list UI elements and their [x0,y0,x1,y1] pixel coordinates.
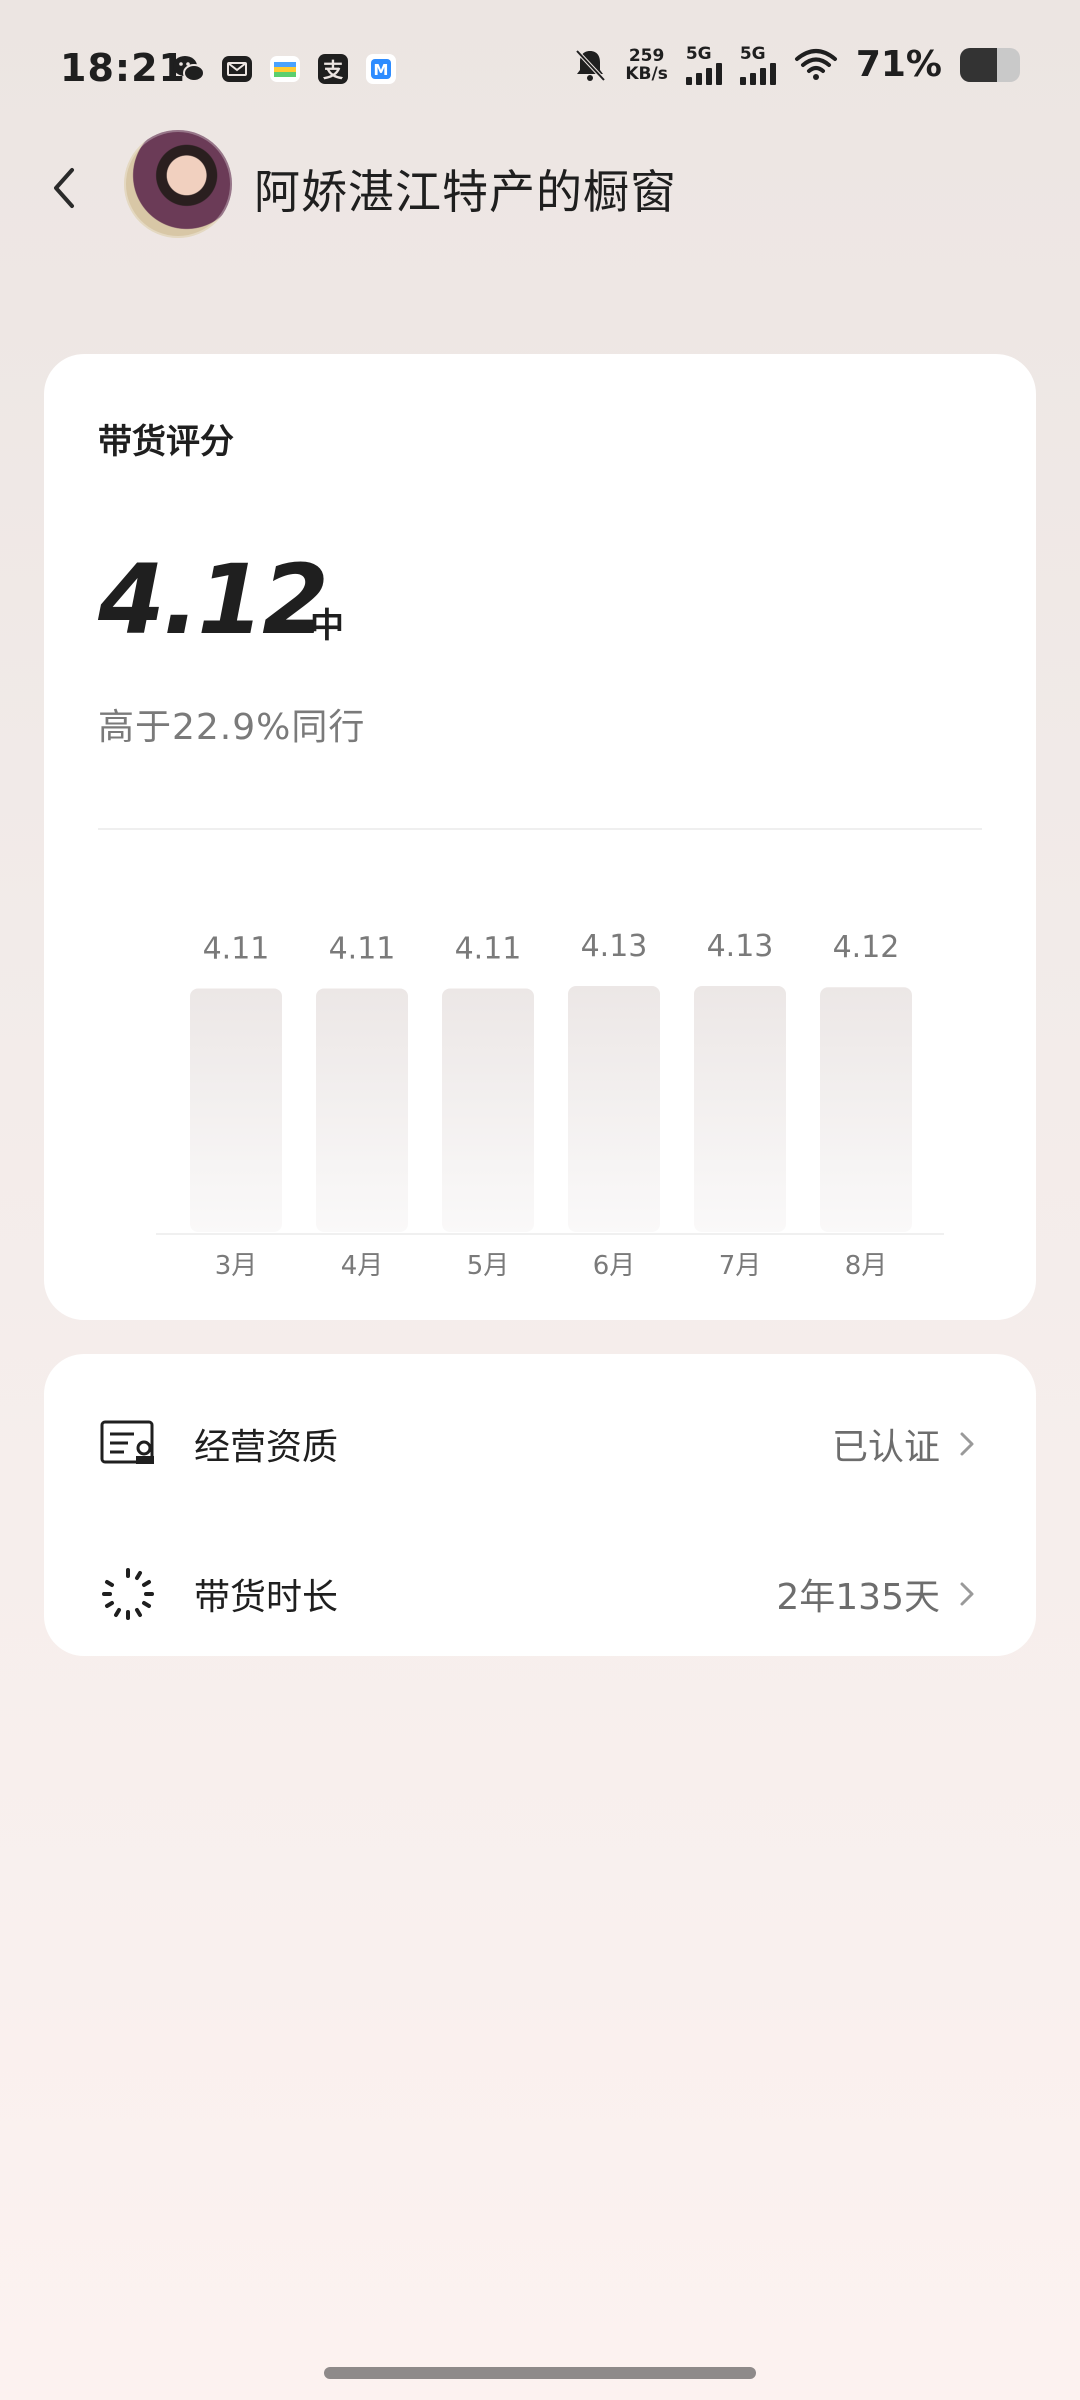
chart-bar [316,988,408,1232]
bar-value-label: 4.11 [329,931,396,966]
avatar[interactable] [124,130,232,238]
status-bar: 18:21 支 M 259 KB/s 5G 5G 71% [0,0,1080,140]
alipay-icon: 支 [318,54,348,84]
x-tick-label: 6月 [593,1251,636,1281]
chart-bar [568,986,660,1232]
bar-value-label: 4.11 [455,931,522,966]
signal-bars-icon [685,62,722,85]
monthly-score-chart: 4.11 3月 4.11 4月 4.11 5月 4.13 6月 4.13 7月 4.12 8月 [156,929,944,1281]
signal-1: 5G [685,43,722,85]
network-speed: 259 KB/s [625,47,667,83]
wechat-icon [173,56,205,82]
score-card: 带货评分 4.12 中 高于22.9%同行 4.11 3月 4.11 4月 4.11 5月… [44,354,1036,1320]
chart-bar [820,987,912,1232]
page-header: 阿娇湛江特产的橱窗 [0,130,1080,250]
x-tick-label: 8月 [845,1251,888,1281]
battery-percent: 71% [855,44,942,85]
status-right: 259 KB/s 5G 5G 71% [573,44,1020,85]
network-speed-unit: KB/s [625,63,668,84]
signal-bars-icon [739,62,776,85]
chevron-right-icon [960,1432,974,1456]
mail-icon [222,56,252,82]
signal-2: 5G [739,43,776,85]
bar-value-label: 4.13 [581,929,648,964]
chart-bar [190,988,282,1232]
app-m-icon: M [366,54,396,84]
network-speed-value: 259 [628,45,665,66]
x-tick-label: 4月 [341,1251,384,1281]
chevron-right-icon [960,1582,974,1606]
mute-bell-icon [575,49,606,81]
bar-value-label: 4.13 [707,929,774,964]
signal-1-label: 5G [685,43,712,64]
business-qualification-row[interactable]: 经营资质 已认证 [98,1384,982,1504]
row-label: 经营资质 [194,1427,339,1468]
row-label: 带货时长 [194,1577,339,1618]
back-arrow-icon[interactable] [36,158,96,218]
info-card: 经营资质 已认证 带货时长 2年135天 [44,1354,1036,1656]
x-tick-label: 7月 [719,1251,762,1281]
page-title: 阿娇湛江特产的橱窗 [254,165,677,219]
row-value: 已认证 [831,1427,940,1468]
license-icon [100,1420,154,1464]
svg-text:支: 支 [323,58,344,82]
battery-icon [960,47,1020,82]
svg-text:M: M [374,61,389,79]
home-indicator[interactable] [324,2367,756,2379]
x-tick-label: 3月 [215,1251,258,1281]
status-time: 18:21 [60,46,186,90]
chart-bar [694,986,786,1232]
signal-2-label: 5G [739,43,766,64]
wallet-icon [270,56,300,82]
loading-ring-icon [102,1568,154,1620]
wifi-icon [794,48,837,80]
bar-value-label: 4.12 [833,930,900,965]
chart-bar [442,988,534,1232]
x-tick-label: 5月 [467,1251,510,1281]
row-value: 2年135天 [776,1577,940,1618]
bar-value-label: 4.11 [203,931,270,966]
selling-duration-row[interactable]: 带货时长 2年135天 [98,1534,982,1654]
